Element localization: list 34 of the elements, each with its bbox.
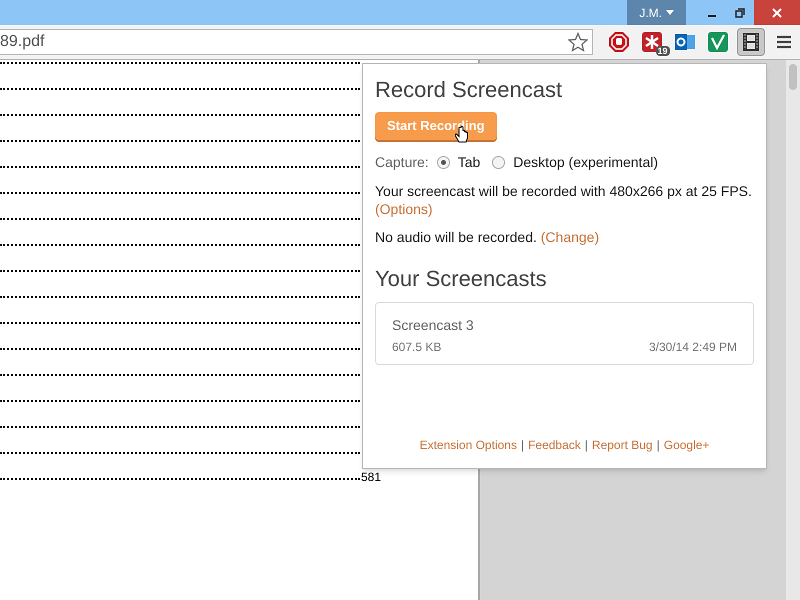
link-separator: | — [656, 437, 660, 454]
footer-link[interactable]: Report Bug — [592, 436, 653, 454]
radio-icon[interactable] — [436, 156, 450, 168]
footer-link[interactable]: Extension Options — [420, 436, 517, 454]
star-icon[interactable] — [568, 32, 588, 52]
address-field[interactable]: 89.pdf — [0, 29, 593, 55]
screencast-date: 3/30/14 2:49 PM — [648, 338, 737, 356]
close-icon — [772, 8, 782, 18]
start-recording-button[interactable]: Start Recording — [375, 112, 497, 140]
maximize-icon — [735, 8, 745, 18]
screencast-name: Screencast 3 — [392, 316, 475, 334]
film-strip-icon[interactable] — [736, 28, 765, 56]
link-separator: | — [520, 437, 524, 454]
options-link[interactable]: (Options) — [375, 200, 433, 216]
popup-title: Record Screencast — [375, 76, 564, 104]
user-button[interactable]: J.M. — [627, 0, 686, 25]
audio-info-text: No audio will be recorded. (Change) — [375, 228, 600, 247]
screencast-size: 607.5 KB — [392, 338, 442, 356]
capture-radio-option[interactable]: Desktop (experimental) — [492, 152, 658, 172]
section-title: Your Screencasts — [375, 264, 548, 292]
minimize-icon — [708, 15, 716, 17]
capture-radio-option[interactable]: Tab — [436, 152, 480, 172]
footer-link[interactable]: Google+ — [664, 436, 710, 454]
link-separator: | — [584, 437, 588, 454]
page-number: 581 — [361, 469, 382, 486]
caret-icon — [666, 10, 674, 15]
video-info-text: Your screencast will be recorded with 480x266 px at 25 FPS. (Options) — [375, 182, 753, 218]
change-link[interactable]: (Change) — [540, 228, 600, 244]
footer-link[interactable]: Feedback — [528, 436, 581, 454]
close-button[interactable] — [754, 0, 800, 25]
screencast-card[interactable]: Screencast 3 607.5 KB 3/30/14 2:49 PM — [375, 302, 754, 364]
radio-icon[interactable] — [492, 156, 506, 168]
count-badge: 19 — [656, 46, 670, 56]
capture-label: Capture: — [375, 152, 429, 172]
